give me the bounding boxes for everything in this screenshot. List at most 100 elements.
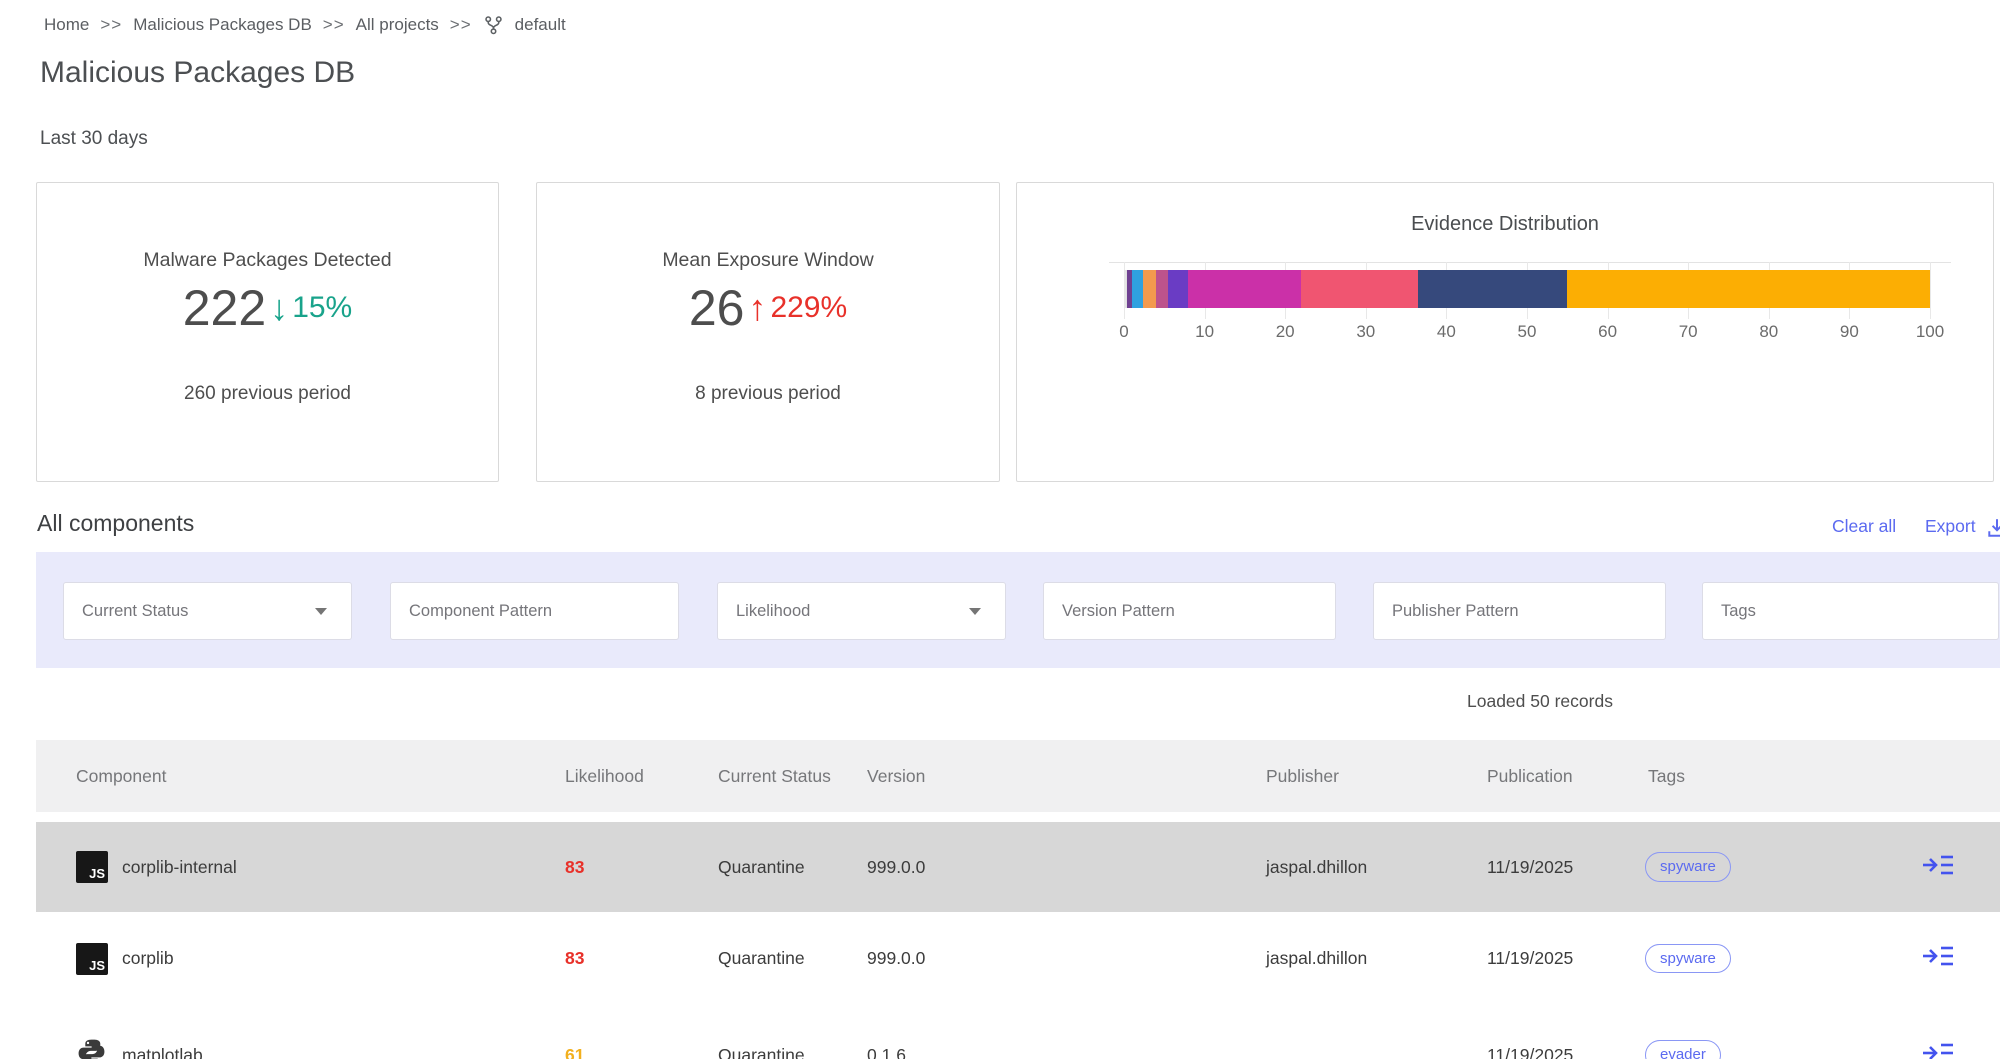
table-row[interactable]: JS corplib 83 Quarantine 999.0.0 jaspal.dhill… bbox=[36, 912, 2000, 1006]
breadcrumb-item[interactable]: All projects bbox=[356, 15, 439, 35]
breadcrumb: Home >> Malicious Packages DB >> All project… bbox=[44, 12, 566, 38]
bar-segment-Evader bbox=[1567, 270, 1930, 308]
current-status: Quarantine bbox=[718, 822, 805, 912]
publisher: jaspal.dhillon bbox=[1266, 822, 1367, 912]
filter-publisher-pattern-input[interactable]: Publisher Pattern bbox=[1373, 582, 1666, 640]
version: 0.1.6 bbox=[867, 1005, 906, 1059]
breadcrumb-item[interactable]: Malicious Packages DB bbox=[133, 15, 312, 35]
bar-segment-Spyware bbox=[1188, 270, 1301, 308]
breadcrumb-separator: >> bbox=[323, 15, 345, 35]
filter-version-pattern-input[interactable]: Version Pattern bbox=[1043, 582, 1336, 640]
stat-card-malware-detected: Malware Packages Detected 222 ↓ 15% 260 … bbox=[36, 182, 499, 482]
column-header-publisher: Publisher bbox=[1266, 740, 1339, 812]
component-name: corplib-internal bbox=[122, 822, 237, 912]
row-action-cell bbox=[1922, 822, 1954, 912]
publisher: jaspal.dhillon bbox=[1266, 912, 1367, 1005]
filter-likelihood-dropdown[interactable]: Likelihood bbox=[717, 582, 1006, 640]
javascript-icon: JS bbox=[76, 943, 108, 975]
component-icon-cell: JS bbox=[76, 912, 108, 1005]
breadcrumb-separator: >> bbox=[450, 15, 472, 35]
component-name: corplib bbox=[122, 912, 174, 1005]
filter-current-status-dropdown[interactable]: Current Status bbox=[63, 582, 352, 640]
bar-segment-Backdoor bbox=[1301, 270, 1418, 308]
chevron-down-icon bbox=[315, 608, 327, 615]
trend-percent: 15% bbox=[292, 291, 352, 325]
current-status: Quarantine bbox=[718, 1005, 805, 1059]
chart-axis bbox=[1109, 262, 1951, 263]
stat-label: Malware Packages Detected bbox=[37, 249, 498, 272]
trend-up-icon: ↑ bbox=[748, 290, 766, 326]
table-row[interactable]: matplotlab61Quarantine0.1.611/19/2025eva… bbox=[36, 1005, 2000, 1059]
section-title: All components bbox=[37, 510, 194, 537]
stat-card-exposure-window: Mean Exposure Window 26 ↑ 229% 8 previou… bbox=[536, 182, 1000, 482]
period-label: Last 30 days bbox=[40, 128, 148, 150]
trend-percent: 229% bbox=[770, 291, 847, 325]
current-status: Quarantine bbox=[718, 912, 805, 1005]
tick-label: 10 bbox=[1185, 322, 1225, 342]
table-row[interactable]: JScorplib-internal83Quarantine999.0.0jas… bbox=[36, 822, 2000, 912]
bar-segment-Dropper bbox=[1156, 270, 1167, 308]
filter-placeholder: Likelihood bbox=[736, 602, 810, 621]
tick-label: 60 bbox=[1588, 322, 1628, 342]
filter-tags-input[interactable]: Tags bbox=[1702, 582, 1999, 640]
breadcrumb-item[interactable]: Home bbox=[44, 15, 89, 35]
malicious-packages-dashboard: Home >> Malicious Packages DB >> All project… bbox=[0, 0, 2000, 1059]
tick-label: 90 bbox=[1829, 322, 1869, 342]
table-header: ComponentLikelihoodCurrent StatusVersion… bbox=[36, 740, 2000, 812]
tags-cell: spyware bbox=[1645, 912, 1731, 1005]
javascript-icon: JS bbox=[76, 851, 108, 883]
export-button[interactable]: Export bbox=[1925, 516, 1976, 537]
bar-segment-Bot bbox=[1143, 270, 1156, 308]
filter-component-pattern-input[interactable]: Component Pattern bbox=[390, 582, 679, 640]
column-header-current-status: Current Status bbox=[718, 740, 831, 812]
tick-label: 70 bbox=[1668, 322, 1708, 342]
trend-down-icon: ↓ bbox=[270, 290, 288, 326]
bar-segment-Generic bbox=[1168, 270, 1189, 308]
tag-pill[interactable]: spyware bbox=[1645, 852, 1731, 882]
previous-period: 8 previous period bbox=[537, 383, 999, 405]
component-icon-cell: JS bbox=[76, 822, 108, 912]
tick-label: 20 bbox=[1265, 322, 1305, 342]
component-name: matplotlab bbox=[122, 1005, 203, 1059]
clear-all-button[interactable]: Clear all bbox=[1832, 516, 1896, 537]
filter-bar: Current Status Component Pattern Likelihoo… bbox=[36, 552, 2000, 668]
likelihood-value: 83 bbox=[565, 912, 584, 1005]
tick-label: 100 bbox=[1910, 322, 1950, 342]
stat-value: 26 bbox=[689, 279, 745, 337]
enter-details-icon[interactable] bbox=[1922, 852, 1954, 883]
tick-label: 0 bbox=[1104, 322, 1144, 342]
tag-pill[interactable]: spyware bbox=[1645, 944, 1731, 974]
filter-placeholder: Component Pattern bbox=[409, 602, 552, 621]
tick-label: 40 bbox=[1426, 322, 1466, 342]
tags-cell: spyware bbox=[1645, 822, 1731, 912]
row-action-cell bbox=[1922, 912, 1954, 1005]
row-action-cell bbox=[1922, 1005, 1954, 1059]
likelihood-value: 83 bbox=[565, 822, 584, 912]
column-header-likelihood: Likelihood bbox=[565, 740, 644, 812]
publication-date: 11/19/2025 bbox=[1487, 822, 1573, 912]
publication-date: 11/19/2025 bbox=[1487, 912, 1573, 1005]
stacked-bar bbox=[1124, 270, 1930, 308]
component-icon-cell bbox=[76, 1005, 107, 1059]
page-title: Malicious Packages DB bbox=[40, 56, 355, 90]
filter-placeholder: Publisher Pattern bbox=[1392, 602, 1519, 621]
filter-placeholder: Tags bbox=[1721, 602, 1756, 621]
enter-details-icon[interactable] bbox=[1922, 1040, 1954, 1059]
tick-label: 50 bbox=[1507, 322, 1547, 342]
version: 999.0.0 bbox=[867, 912, 925, 1005]
evidence-distribution-card: Evidence Distribution 010203040506070809… bbox=[1016, 182, 1994, 482]
breadcrumb-current[interactable]: default bbox=[515, 15, 566, 35]
column-header-component: Component bbox=[76, 740, 166, 812]
publication-date: 11/19/2025 bbox=[1487, 1005, 1573, 1059]
chevron-down-icon bbox=[969, 608, 981, 615]
chart-title: Evidence Distribution bbox=[1017, 213, 1993, 236]
enter-details-icon[interactable] bbox=[1922, 943, 1954, 974]
download-icon[interactable] bbox=[1986, 517, 2000, 544]
tag-pill[interactable]: evader bbox=[1645, 1040, 1721, 1059]
tags-cell: evader bbox=[1645, 1005, 1721, 1059]
stat-value: 222 bbox=[183, 279, 266, 337]
tick-label: 80 bbox=[1749, 322, 1789, 342]
gridline bbox=[1930, 262, 1931, 319]
bar-segment-Stealer bbox=[1132, 270, 1143, 308]
bar-segment-Trojan bbox=[1418, 270, 1567, 308]
